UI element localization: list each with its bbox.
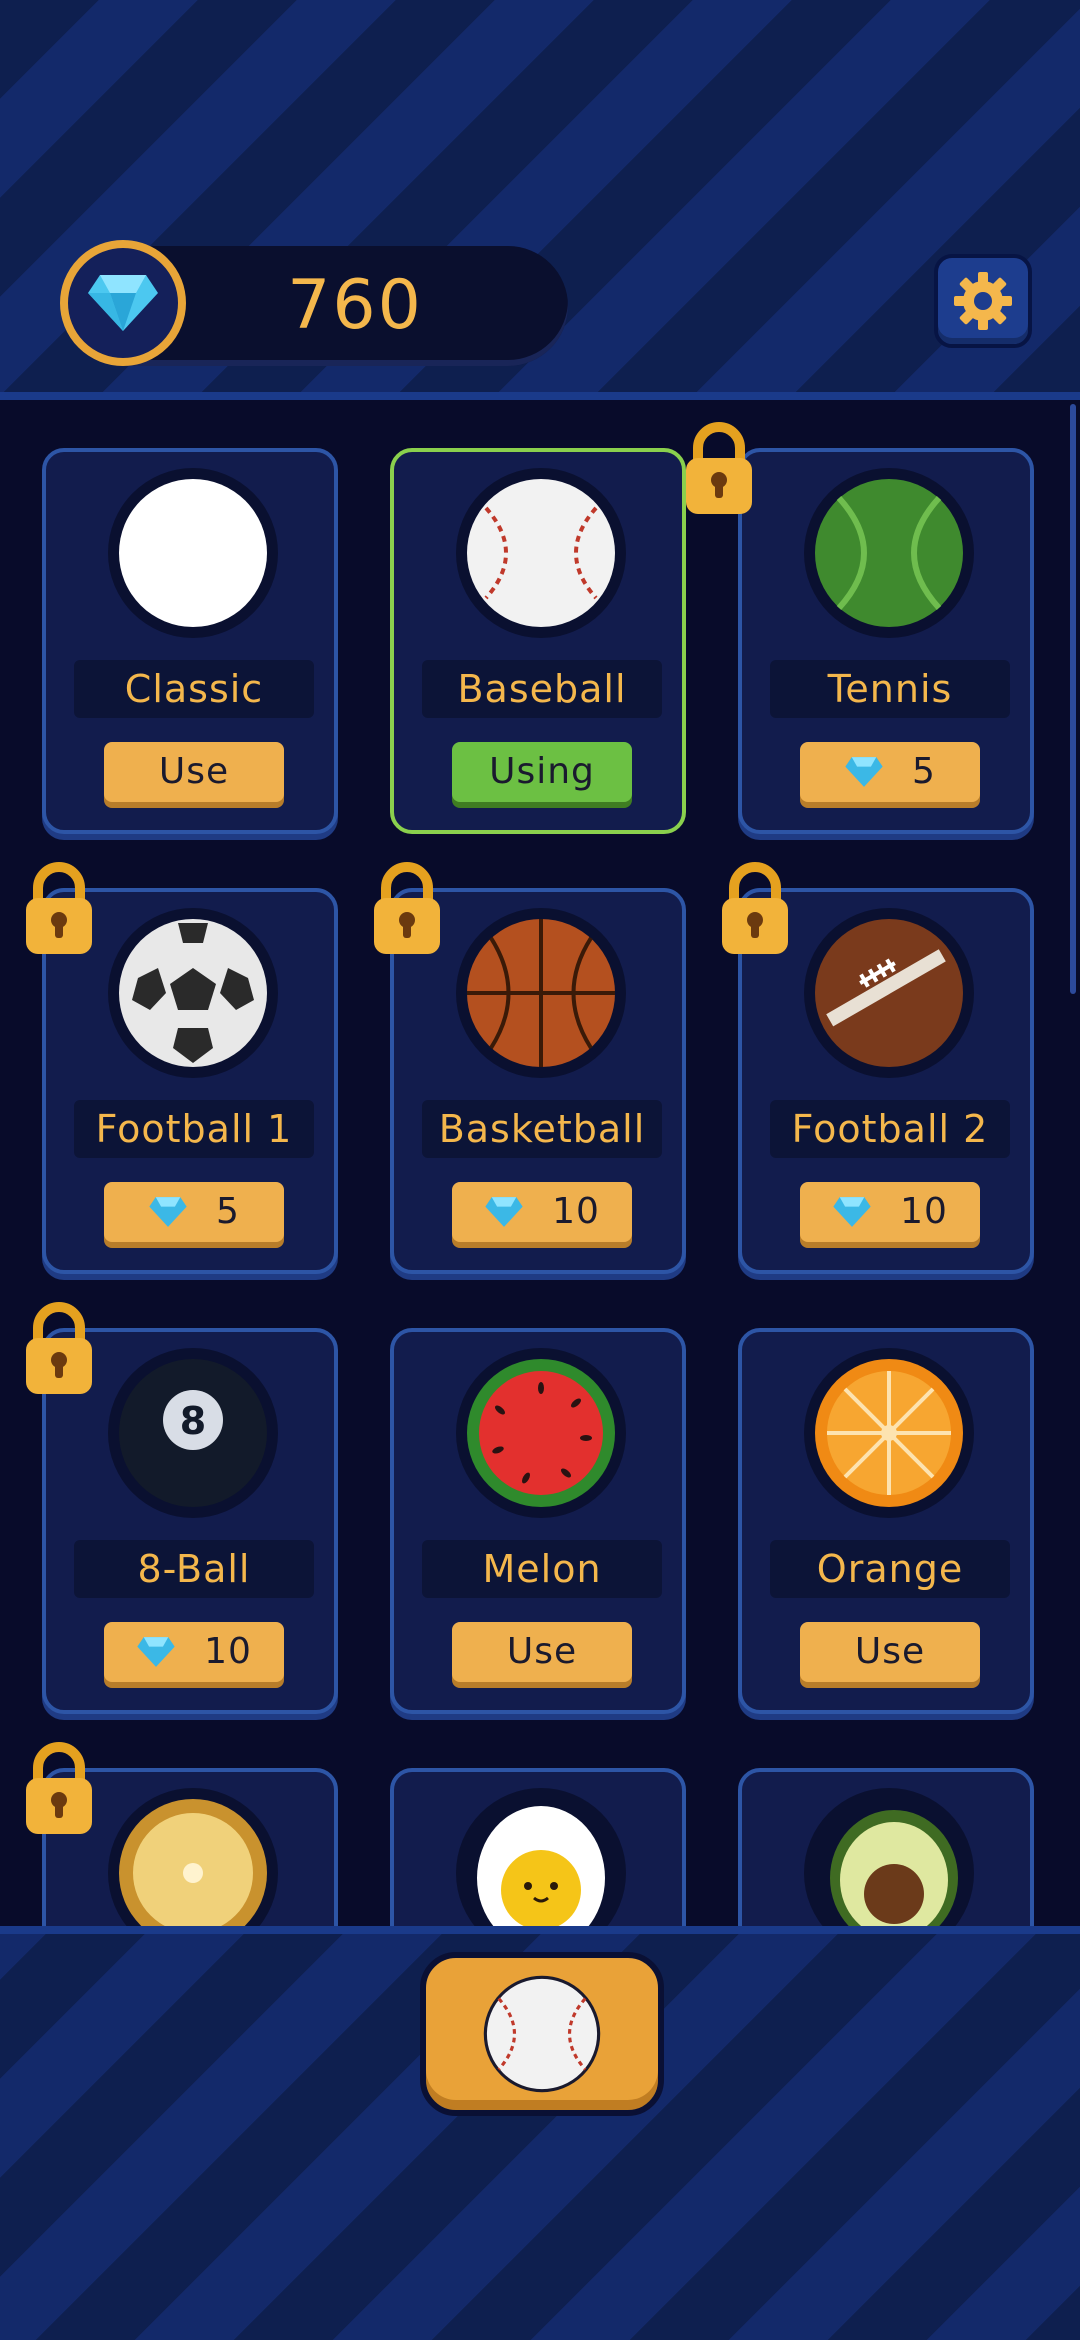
ball-card-orange[interactable]: Orange Use xyxy=(738,1328,1034,1714)
ball-name: Football 2 xyxy=(770,1100,1010,1158)
ball-well xyxy=(456,1348,626,1518)
gear-icon xyxy=(954,272,1012,330)
buy-button[interactable]: 5 xyxy=(800,742,980,802)
ball-name: Football 1 xyxy=(74,1100,314,1158)
diamond-icon xyxy=(845,757,883,787)
avocado-ball-icon xyxy=(830,1810,958,1926)
ball-name: Orange xyxy=(770,1540,1010,1598)
scrollbar[interactable] xyxy=(1070,404,1076,994)
tennis-ball-icon xyxy=(815,479,963,627)
baseball-icon xyxy=(483,1975,601,2093)
svg-text:8: 8 xyxy=(180,1399,206,1443)
price-value: 5 xyxy=(912,751,936,792)
lock-icon xyxy=(26,1302,92,1394)
using-button[interactable]: Using xyxy=(452,742,632,802)
lock-icon xyxy=(686,422,752,514)
diamond-icon xyxy=(137,1637,175,1667)
ball-well xyxy=(804,1788,974,1926)
ball-well xyxy=(804,468,974,638)
ball-shop-grid[interactable]: Classic Use Baseball Using Tennis 5 Foot… xyxy=(0,400,1080,1926)
footer-divider xyxy=(0,1926,1080,1934)
ball-well xyxy=(108,908,278,1078)
classic-ball-icon xyxy=(119,479,267,627)
ball-name: Melon xyxy=(422,1540,662,1598)
ball-name: 8-Ball xyxy=(74,1540,314,1598)
gem-count: 760 xyxy=(287,266,423,345)
ball-well: 8 xyxy=(108,1348,278,1518)
ball-card-egg[interactable] xyxy=(390,1768,686,1926)
use-button[interactable]: Use xyxy=(800,1622,980,1682)
ball-name: Tennis xyxy=(770,660,1010,718)
settings-button[interactable] xyxy=(934,254,1032,348)
price-value: 10 xyxy=(552,1191,600,1232)
ball-well xyxy=(804,1348,974,1518)
diamond-icon xyxy=(149,1197,187,1227)
price-value: 5 xyxy=(216,1191,240,1232)
egg-ball-icon xyxy=(477,1806,605,1926)
lock-icon xyxy=(26,1742,92,1834)
ball-card-tennis[interactable]: Tennis 5 xyxy=(738,448,1034,834)
use-button[interactable]: Use xyxy=(452,1622,632,1682)
selected-ball-button[interactable] xyxy=(420,1952,664,2116)
ball-card-melon[interactable]: Melon Use xyxy=(390,1328,686,1714)
ball-card-avocado[interactable] xyxy=(738,1768,1034,1926)
melon-icon xyxy=(467,1359,615,1507)
lock-icon xyxy=(26,862,92,954)
ball-card-baseball[interactable]: Baseball Using xyxy=(390,448,686,834)
price-value: 10 xyxy=(204,1631,252,1672)
diamond-icon xyxy=(88,275,158,331)
diamond-icon xyxy=(833,1197,871,1227)
ball-well xyxy=(456,1788,626,1926)
ball-name: Basketball xyxy=(422,1100,662,1158)
ball-well xyxy=(108,1788,278,1926)
buy-button[interactable]: 10 xyxy=(800,1182,980,1242)
price-value: 10 xyxy=(900,1191,948,1232)
ball-name: Classic xyxy=(74,660,314,718)
buy-button[interactable]: 10 xyxy=(104,1622,284,1682)
diamond-icon xyxy=(485,1197,523,1227)
buy-button[interactable]: 10 xyxy=(452,1182,632,1242)
orange-icon xyxy=(815,1359,963,1507)
use-button[interactable]: Use xyxy=(104,742,284,802)
ball-card-classic[interactable]: Classic Use xyxy=(42,448,338,834)
ball-well xyxy=(804,908,974,1078)
basketball-icon xyxy=(467,919,615,1067)
ball-name: Baseball xyxy=(422,660,662,718)
baseball-icon xyxy=(467,479,615,627)
header-divider xyxy=(0,392,1080,400)
pineapple-ball-icon xyxy=(119,1799,267,1926)
lock-icon xyxy=(374,862,440,954)
buy-button[interactable]: 5 xyxy=(104,1182,284,1242)
lock-icon xyxy=(722,862,788,954)
eight-ball-icon: 8 xyxy=(119,1359,267,1507)
ball-well xyxy=(456,908,626,1078)
ball-well xyxy=(108,468,278,638)
soccer-ball-icon xyxy=(119,919,267,1067)
ball-well xyxy=(456,468,626,638)
american-football-icon xyxy=(815,919,963,1067)
gem-badge xyxy=(60,240,186,366)
